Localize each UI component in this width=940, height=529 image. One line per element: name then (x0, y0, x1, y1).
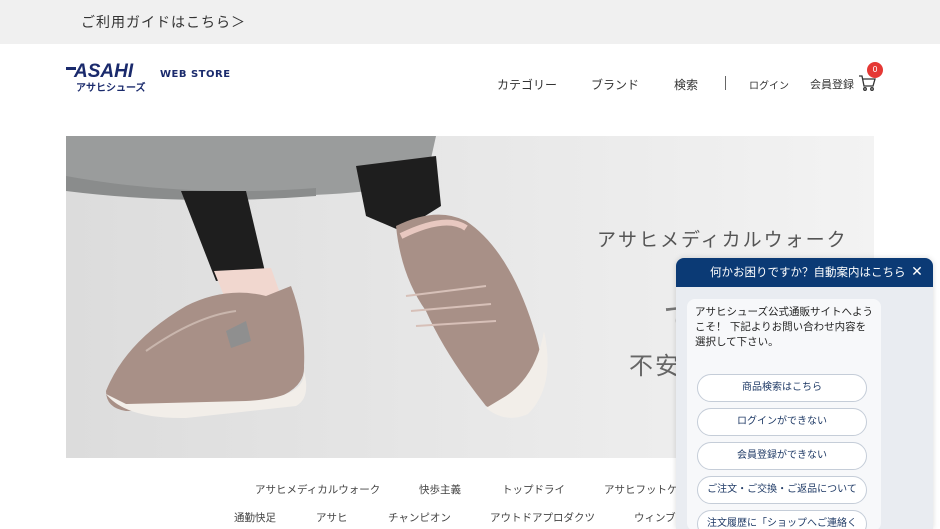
top-guide-bar: ご利用ガイドはこちら＞ (0, 0, 940, 44)
category-link[interactable]: 通勤快足 (234, 510, 276, 525)
nav-search[interactable]: 検索 (674, 76, 698, 93)
chat-option-order-history[interactable]: 注文履歴に「ショップへご連絡く (697, 510, 867, 529)
category-link[interactable]: チャンピオン (388, 510, 451, 525)
cart-count-badge: 0 (867, 62, 883, 78)
category-link[interactable]: トップドライ (502, 482, 565, 497)
chat-welcome-message: アサヒシューズ公式通販サイトへようこそ！ 下記よりお問い合わせ内容を選択して下さ… (695, 306, 873, 348)
chat-header[interactable]: 何かお困りですか？自動案内はこちら (676, 258, 933, 287)
close-icon[interactable]: ✕ (910, 258, 924, 287)
category-link[interactable]: 快歩主義 (419, 482, 461, 497)
chat-option-login-issue[interactable]: ログインができない (697, 408, 867, 436)
nav-category[interactable]: カテゴリー (497, 76, 557, 93)
category-link[interactable]: アウトドアプロダクツ (490, 510, 595, 525)
nav-divider (725, 76, 726, 90)
register-link[interactable]: 会員登録 (810, 76, 854, 92)
chat-option-register-issue[interactable]: 会員登録ができない (697, 442, 867, 470)
category-link[interactable]: アサヒフットケ (604, 482, 678, 497)
category-link[interactable]: アサヒ (316, 510, 348, 525)
category-link[interactable]: ウィンブ (634, 510, 676, 525)
hero-title: アサヒメディカルウォーク (597, 229, 848, 251)
asahi-logo[interactable]: ASAHI アサヒシューズ (66, 60, 150, 94)
web-store-label: WEB STORE (160, 69, 231, 80)
login-link[interactable]: ログイン (749, 77, 789, 92)
site-header: ASAHI アサヒシューズ WEB STORE カテゴリー ブランド 検索 ログ… (0, 44, 940, 124)
category-link[interactable]: アサヒメディカルウォーク (255, 482, 380, 497)
hero-sub-text: 不安 (629, 352, 681, 380)
chat-option-order-exchange-return[interactable]: ご注文・ご交換・ご返品について (697, 476, 867, 504)
chat-widget: 何かお困りですか？自動案内はこちら ✕ アサヒシューズ公式通販サイトへようこそ！… (676, 258, 933, 529)
nav-brand[interactable]: ブランド (591, 76, 639, 93)
logo-sub-text: アサヒシューズ (76, 81, 146, 94)
logo-text: ASAHI (73, 61, 134, 82)
chat-option-product-search[interactable]: 商品検索はこちら (697, 374, 867, 402)
guide-link[interactable]: ご利用ガイドはこちら＞ (81, 12, 246, 32)
